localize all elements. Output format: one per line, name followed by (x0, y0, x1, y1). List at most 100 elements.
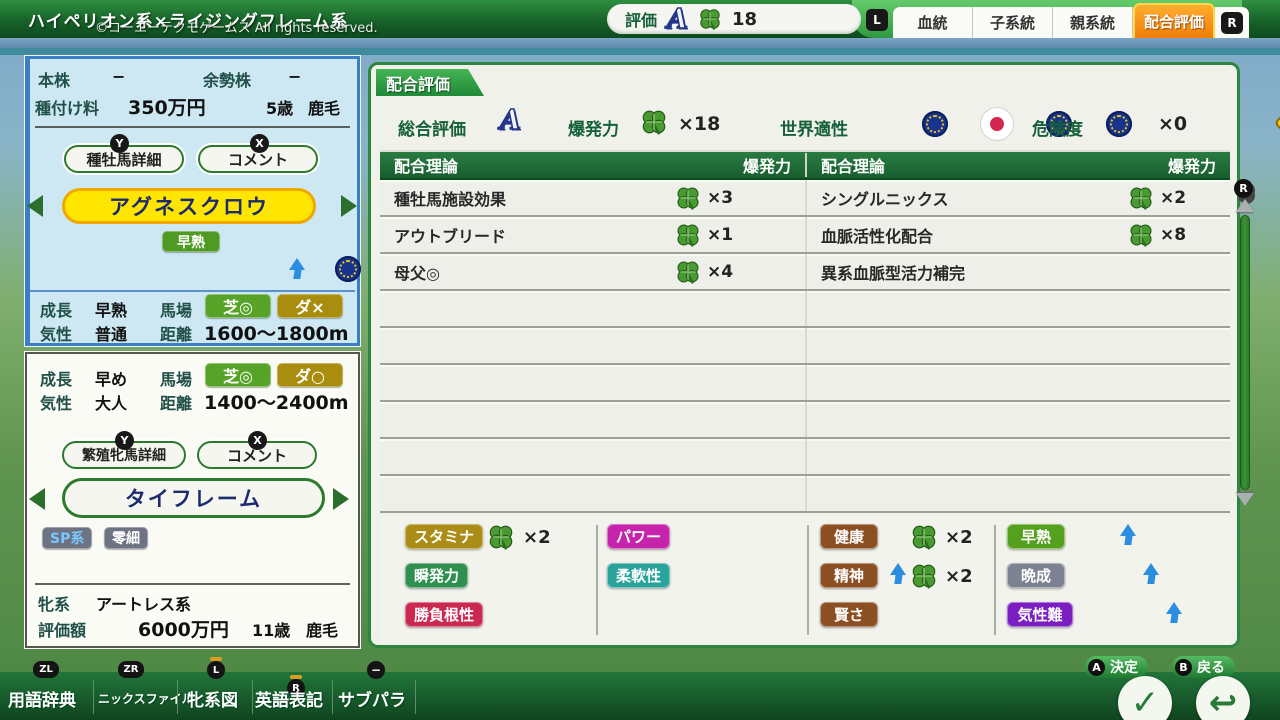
flexibility-badge: 柔軟性 (607, 563, 670, 588)
tab-endcap: R (1215, 7, 1249, 38)
mare-track-label: 馬場 (160, 366, 192, 390)
mare-growth-label: 成長 (40, 366, 72, 390)
english-notation-button[interactable]: 英語表記 (255, 686, 323, 711)
evaluation-summary-pill: 評価 A 18 (607, 4, 861, 34)
tab-group: L 血統 子系統 親系統 配合評価 R (866, 0, 1249, 38)
stallion-coat: 鹿毛 (308, 95, 340, 119)
tab-parent-line[interactable]: 親系統 (1053, 7, 1133, 38)
confirm-label: 決定 (1110, 657, 1138, 677)
table-row: 種牡馬施設効果 ×3 シングルニックス ×2 (380, 180, 1230, 217)
stallion-name-pill[interactable]: アグネスクロウ (62, 188, 316, 224)
danger-mult: ×0 (1158, 113, 1187, 135)
world-aptitude-label: 世界適性 (780, 115, 848, 140)
clover-icon (675, 222, 701, 248)
mare-temper-value: 大人 (95, 390, 127, 414)
scroll-down-arrow[interactable] (1236, 493, 1254, 506)
theory-column-header: 配合理論 (394, 153, 458, 177)
growth-label: 成長 (40, 297, 72, 321)
mare-age: 11歳 (252, 617, 290, 641)
right-stick-icon: R (1234, 179, 1253, 198)
divider (252, 680, 253, 714)
divider (807, 525, 809, 635)
mare-y-key-icon: Y (115, 431, 134, 450)
x-key-icon: X (250, 134, 269, 153)
stamina-mult: ×2 (523, 527, 551, 548)
next-mare-arrow[interactable] (333, 488, 349, 510)
stock-value: − (112, 67, 125, 86)
late-bloomer-badge: 晩成 (1007, 563, 1065, 588)
mare-x-key-icon: X (248, 431, 267, 450)
confirm-check-icon[interactable]: ✓ (1118, 676, 1172, 720)
mare-dirt-badge: ダ○ (277, 363, 343, 387)
growth-value: 早熟 (95, 297, 127, 321)
table-row-empty (380, 402, 1230, 439)
teal-divider (0, 48, 1280, 55)
power-column-header: 爆発力 (743, 153, 791, 177)
mare-name-pill[interactable]: タイフレーム (62, 478, 325, 518)
next-stallion-arrow[interactable] (341, 195, 357, 217)
glossary-button[interactable]: 用語辞典 (8, 686, 76, 711)
zl-key-icon: ZL (33, 661, 59, 678)
scrollbar-thumb[interactable] (1240, 215, 1250, 490)
spare-stock-value: − (288, 67, 301, 86)
back-button[interactable]: B 戻る (1172, 656, 1235, 678)
prev-stallion-arrow[interactable] (27, 195, 43, 217)
nicks-file-button[interactable]: ニックスファイル (98, 690, 194, 707)
appraisal-value: 6000万円 (138, 615, 229, 642)
overall-eval-label: 総合評価 (398, 115, 466, 140)
divider (35, 126, 350, 128)
dirt-aptitude-badge: ダ× (277, 294, 343, 318)
wisdom-badge: 賢さ (820, 602, 878, 627)
table-row-empty (380, 439, 1230, 476)
clover-icon (910, 523, 938, 551)
up-arrow-icon (288, 258, 306, 282)
power-badge: パワー (607, 524, 670, 549)
tab-bloodline[interactable]: 血統 (893, 7, 973, 38)
up-arrow-icon (1142, 563, 1160, 587)
minus-key-icon: − (367, 661, 385, 679)
mare-temper-label: 気性 (40, 390, 72, 414)
up-arrow-icon (1165, 602, 1183, 626)
divider (994, 525, 996, 635)
r-shoulder-key[interactable]: R (1221, 12, 1243, 34)
divider (35, 583, 350, 585)
scroll-up-arrow[interactable] (1236, 199, 1254, 212)
prev-mare-arrow[interactable] (29, 488, 45, 510)
clover-count: 18 (732, 9, 757, 30)
distance-value: 1600～1800m (204, 319, 349, 346)
fee-value: 350万円 (128, 93, 206, 120)
burst-badge: 瞬発力 (405, 563, 468, 588)
sub-parameter-button[interactable]: サブパラ (338, 686, 406, 711)
theory-name: 異系血脈型活力補完 (821, 260, 1202, 284)
clover-icon (1128, 222, 1154, 248)
evaluation-label: 評価 (625, 7, 657, 31)
theory-table-header: 配合理論 爆発力 配合理論 爆発力 (380, 150, 1230, 180)
bottom-bar: ZL 用語辞典 ZR ニックスファイル L 牝系図 R 英語表記 − サブパラ … (0, 672, 1280, 720)
tab-child-line[interactable]: 子系統 (973, 7, 1053, 38)
back-arrow-icon[interactable]: ↩ (1196, 676, 1250, 720)
l-shoulder-key[interactable]: L (866, 9, 888, 31)
appraisal-label: 評価額 (38, 617, 86, 641)
clover-icon (910, 562, 938, 590)
b-key-icon: B (1175, 659, 1192, 676)
divider (93, 680, 94, 714)
theory-name: 母父◎ (394, 260, 675, 284)
a-key-icon: A (1088, 659, 1105, 676)
zr-key-icon: ZR (118, 661, 144, 678)
table-row: アウトブリード ×1 血脈活性化配合 ×8 (380, 217, 1230, 254)
temper-label: 気性 (40, 321, 72, 345)
divider (177, 680, 178, 714)
theory-name: アウトブリード (394, 223, 675, 247)
divider (596, 525, 598, 635)
dam-line-chart-button[interactable]: 牝系図 (187, 686, 238, 711)
up-arrow-icon (889, 563, 907, 587)
back-label: 戻る (1197, 657, 1225, 677)
blue-divider (0, 38, 1280, 48)
tab-match-evaluation[interactable]: 配合評価 (1133, 3, 1215, 38)
table-row-empty (380, 365, 1230, 402)
clover-icon (1128, 185, 1154, 211)
world-flag-eu-icon (922, 111, 948, 137)
confirm-button[interactable]: A 決定 (1085, 656, 1148, 678)
stock-label: 本株 (38, 67, 70, 91)
up-arrow-icon (1119, 524, 1137, 548)
